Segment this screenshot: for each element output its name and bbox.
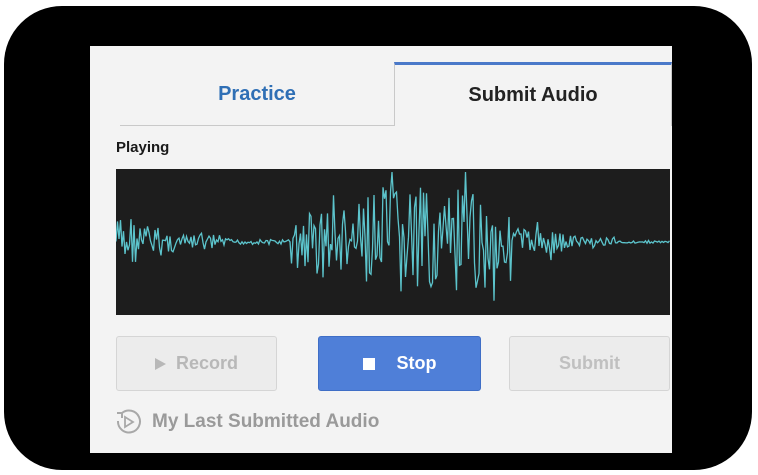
- tab-practice-label: Practice: [218, 83, 296, 105]
- submit-button-label: Submit: [559, 353, 620, 373]
- tab-submit-audio-label: Submit Audio: [468, 84, 598, 106]
- stop-icon: [362, 357, 375, 370]
- tab-practice[interactable]: Practice: [120, 64, 394, 126]
- tab-bar: Practice Submit Audio: [90, 46, 672, 126]
- record-button[interactable]: Record: [116, 336, 277, 391]
- stop-button[interactable]: Stop: [318, 336, 481, 391]
- waveform-graph: [116, 171, 670, 301]
- waveform-line: [116, 171, 670, 301]
- submit-button[interactable]: Submit: [509, 336, 670, 391]
- playback-status: Playing: [116, 139, 170, 156]
- device-frame: Practice Submit Audio Playing Record Sto…: [4, 6, 752, 470]
- waveform-display: [116, 169, 670, 315]
- replay-icon: [116, 409, 141, 434]
- last-submitted-label: My Last Submitted Audio: [152, 411, 380, 432]
- record-button-label: Record: [175, 353, 238, 373]
- audio-panel: Practice Submit Audio Playing Record Sto…: [90, 46, 672, 453]
- play-icon: [154, 357, 166, 370]
- tab-submit-audio[interactable]: Submit Audio: [394, 62, 672, 126]
- stop-button-label: Stop: [396, 353, 437, 373]
- last-submitted-audio-link[interactable]: My Last Submitted Audio: [114, 408, 379, 436]
